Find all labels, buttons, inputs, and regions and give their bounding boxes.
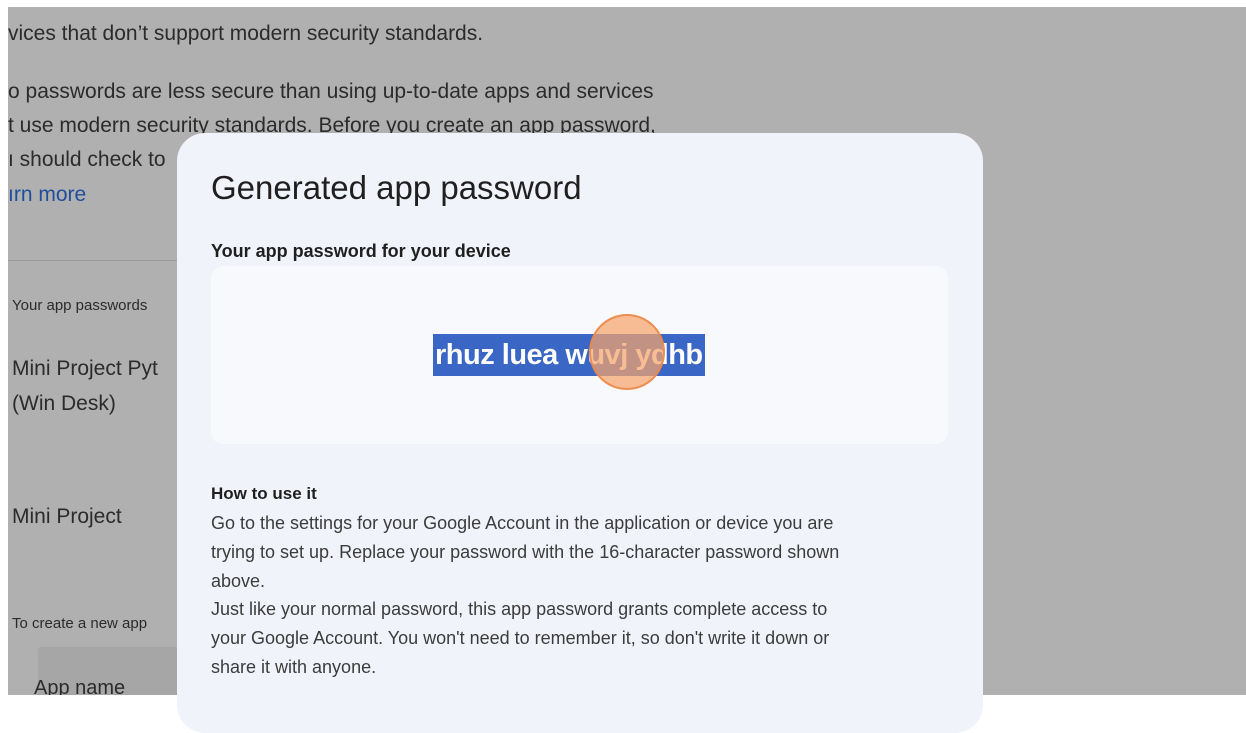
app-password-item-device: (Win Desk) [12, 392, 116, 415]
app-name-input-label: App name [34, 677, 126, 695]
how-to-use-text: Go to the settings for your Google Accou… [211, 513, 834, 533]
learn-more-link[interactable]: ırn more [8, 183, 86, 207]
how-to-use-text: Just like your normal password, this app… [211, 599, 828, 619]
how-to-use-text: trying to set up. Replace your password … [211, 542, 840, 562]
app-password-item-name[interactable]: Mini Project Pyt [12, 357, 158, 381]
how-to-use-text: your Google Account. You won't need to r… [211, 628, 830, 648]
create-app-password-hint: To create a new app [12, 615, 148, 632]
password-display-box: rhuz luea wuvj ydhb [211, 266, 948, 444]
dialog-title: Generated app password [211, 169, 582, 206]
background-text-line: ı should check to [8, 148, 166, 171]
how-to-use-heading: How to use it [211, 484, 317, 503]
background-text-line: vices that don’t support modern security… [8, 22, 484, 45]
generated-password-dialog: Generated app password Your app password… [177, 133, 983, 733]
click-indicator-circle [589, 314, 665, 390]
dialog-subtitle: Your app password for your device [211, 241, 511, 261]
app-password-item-name[interactable]: Mini Project [12, 505, 122, 529]
background-text-line: o passwords are less secure than using u… [8, 80, 654, 103]
how-to-use-text: above. [211, 571, 266, 591]
app-passwords-section-label: Your app passwords [12, 297, 148, 314]
how-to-use-text: share it with anyone. [211, 657, 377, 677]
